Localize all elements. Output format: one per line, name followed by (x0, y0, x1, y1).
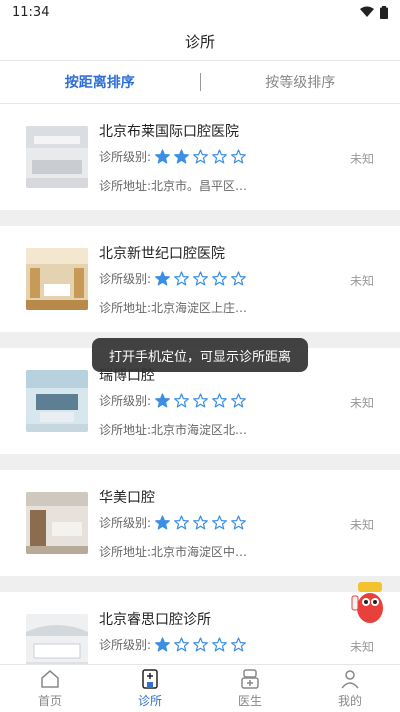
tab-doctor[interactable]: 医生 (200, 665, 300, 712)
clinic-thumbnail (26, 248, 88, 310)
star-empty-icon (193, 149, 208, 164)
star-filled-icon (155, 637, 170, 652)
tab-mine[interactable]: 我的 (300, 665, 400, 712)
doctor-icon (241, 669, 259, 689)
star-filled-icon (155, 149, 170, 164)
wifi-icon (360, 6, 374, 17)
clinic-card[interactable]: 北京睿思口腔诊所 诊所级别: 未知 (0, 592, 400, 664)
star-empty-icon (231, 271, 246, 286)
location-toast: 打开手机定位，可显示诊所距离 (92, 338, 308, 372)
clinic-level: 诊所级别: (99, 148, 246, 165)
star-filled-icon (155, 393, 170, 408)
star-empty-icon (174, 271, 189, 286)
clinic-thumbnail (26, 370, 88, 432)
star-empty-icon (212, 393, 227, 408)
user-icon (341, 670, 359, 689)
clinic-card[interactable]: 北京新世纪口腔医院 诊所级别: 诊所地址:北京海淀区上庄… 未知 (0, 226, 400, 332)
level-label: 诊所级别: (99, 150, 152, 164)
home-icon (41, 670, 59, 688)
rating-stars (155, 271, 246, 286)
clinic-distance: 未知 (349, 640, 374, 654)
star-empty-icon (212, 637, 227, 652)
status-bar: 11:34 (0, 0, 400, 24)
star-empty-icon (231, 637, 246, 652)
page-title: 诊所 (0, 24, 400, 60)
star-empty-icon (193, 271, 208, 286)
mascot-icon (351, 582, 383, 623)
clinic-distance: 未知 (349, 518, 374, 532)
rating-stars (155, 149, 246, 164)
battery-icon (380, 5, 388, 19)
mascot-float-button[interactable] (348, 578, 388, 626)
clinic-thumbnail (26, 126, 88, 188)
star-empty-icon (231, 393, 246, 408)
clinic-level: 诊所级别: (99, 514, 246, 531)
rating-stars (155, 515, 246, 530)
clinic-name: 北京睿思口腔诊所 (99, 612, 211, 628)
tab-label: 诊所 (137, 694, 162, 708)
star-filled-icon (155, 515, 170, 530)
clinic-level: 诊所级别: (99, 636, 246, 653)
level-label: 诊所级别: (99, 272, 152, 286)
bottom-tabbar: 首页 诊所 医生 我的 (0, 664, 400, 712)
status-time: 11:34 (12, 4, 50, 20)
clinic-icon (142, 669, 158, 689)
clinic-name: 华美口腔 (99, 490, 155, 506)
clinic-address: 诊所地址:北京海淀区上庄… (99, 301, 248, 315)
clinic-name: 北京布莱国际口腔医院 (99, 124, 239, 140)
clinic-distance: 未知 (349, 152, 374, 166)
level-label: 诊所级别: (99, 638, 152, 652)
tab-home[interactable]: 首页 (0, 665, 100, 712)
star-filled-icon (174, 149, 189, 164)
clinic-list: 北京布莱国际口腔医院 诊所级别: 诊所地址:北京市。昌平区… 未知 北京新世纪口… (0, 104, 400, 664)
clinic-address: 诊所地址:北京市海淀区中… (99, 545, 248, 559)
clinic-level: 诊所级别: (99, 270, 246, 287)
level-label: 诊所级别: (99, 394, 152, 408)
rating-stars (155, 393, 246, 408)
clinic-thumbnail (26, 492, 88, 554)
star-empty-icon (193, 515, 208, 530)
status-icons (360, 5, 388, 19)
clinic-distance: 未知 (349, 274, 374, 288)
star-filled-icon (155, 271, 170, 286)
sort-bar: 按距离排序 按等级排序 (0, 60, 400, 104)
clinic-card[interactable]: 华美口腔 诊所级别: 诊所地址:北京市海淀区中… 未知 (0, 470, 400, 576)
tab-label: 首页 (37, 694, 62, 708)
star-empty-icon (193, 637, 208, 652)
tab-label: 我的 (337, 694, 362, 708)
clinic-level: 诊所级别: (99, 392, 246, 409)
star-empty-icon (174, 637, 189, 652)
star-empty-icon (231, 149, 246, 164)
star-empty-icon (231, 515, 246, 530)
clinic-address: 诊所地址:北京市。昌平区… (99, 179, 248, 193)
tab-sort-by-distance[interactable]: 按距离排序 (0, 72, 200, 92)
clinic-name: 北京新世纪口腔医院 (99, 246, 225, 262)
star-empty-icon (212, 149, 227, 164)
star-empty-icon (174, 515, 189, 530)
clinic-distance: 未知 (349, 396, 374, 410)
clinic-address: 诊所地址:北京市海淀区北… (99, 423, 248, 437)
tab-clinic[interactable]: 诊所 (100, 665, 200, 712)
level-label: 诊所级别: (99, 516, 152, 530)
star-empty-icon (174, 393, 189, 408)
star-empty-icon (193, 393, 208, 408)
star-empty-icon (212, 515, 227, 530)
clinic-thumbnail (26, 614, 88, 664)
tab-sort-by-level[interactable]: 按等级排序 (201, 72, 400, 92)
rating-stars (155, 637, 246, 652)
tab-label: 医生 (237, 694, 262, 708)
clinic-card[interactable]: 北京布莱国际口腔医院 诊所级别: 诊所地址:北京市。昌平区… 未知 (0, 104, 400, 210)
star-empty-icon (212, 271, 227, 286)
